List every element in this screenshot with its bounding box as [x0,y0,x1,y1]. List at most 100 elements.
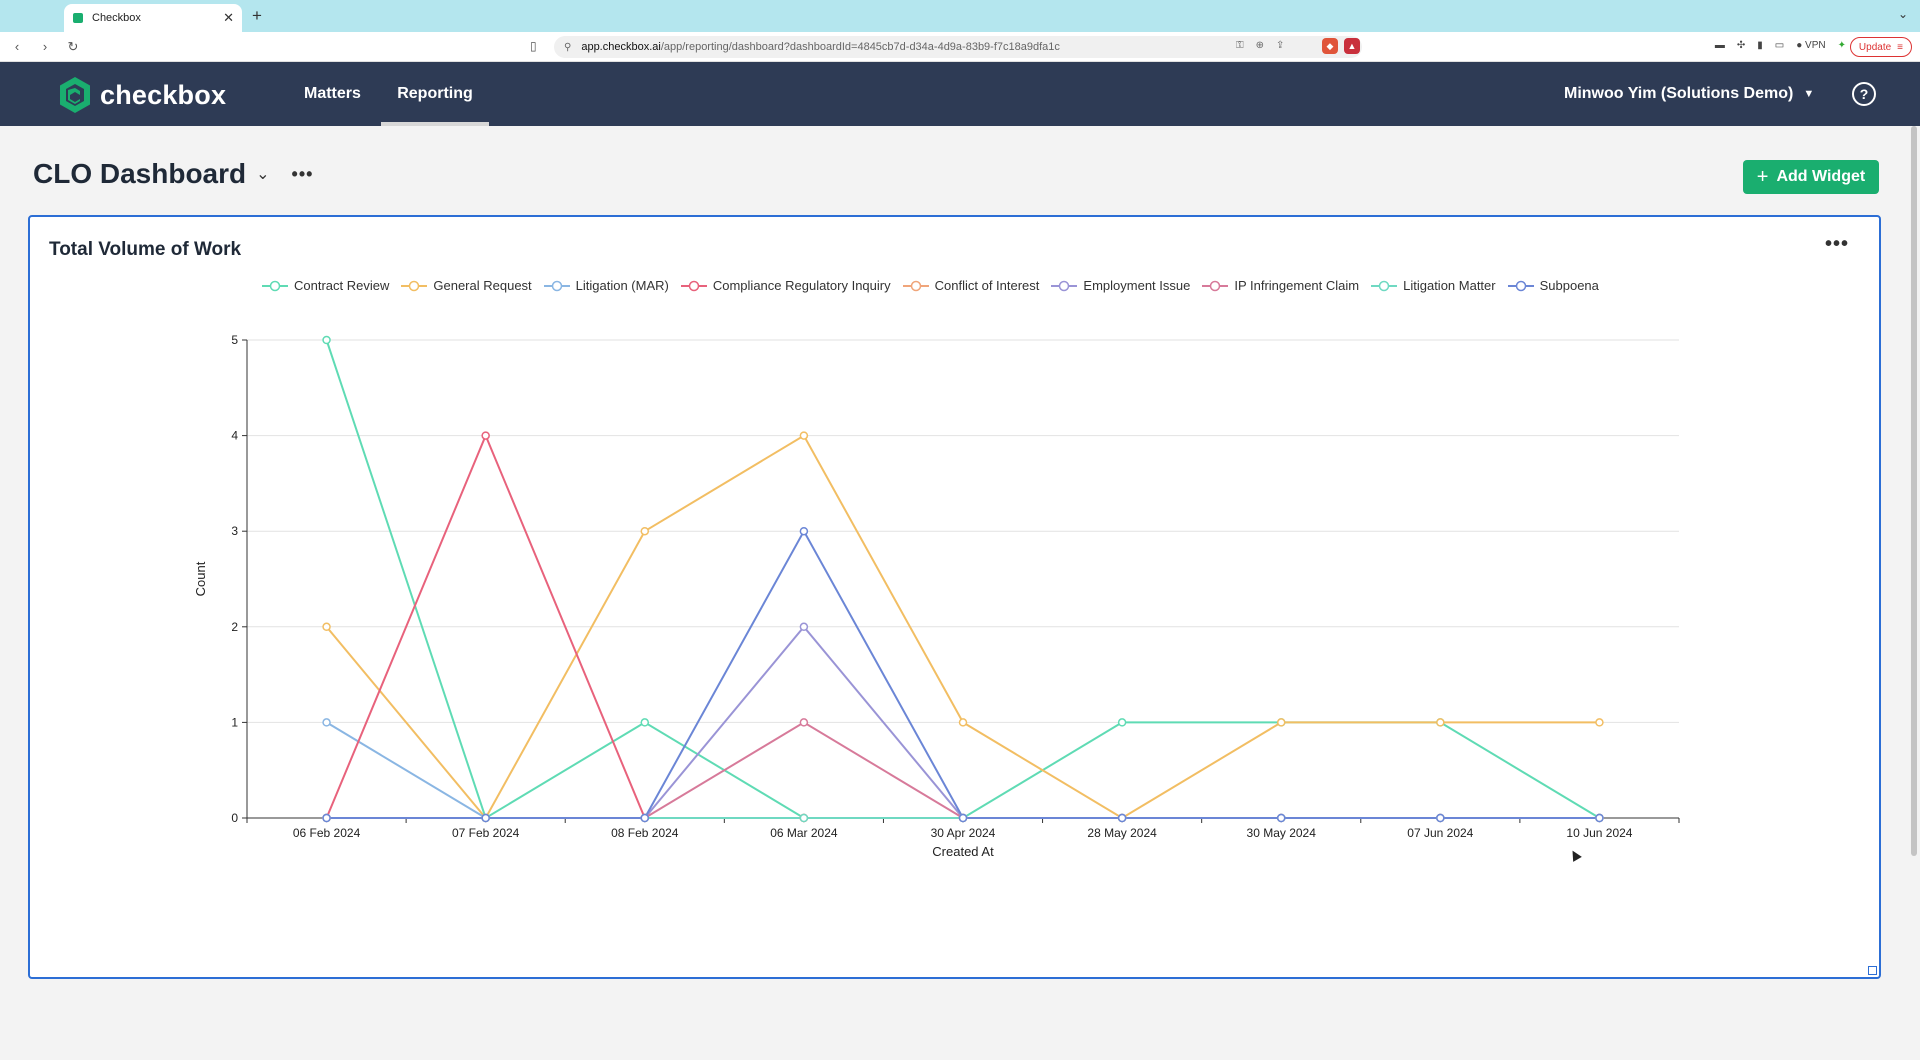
x-tick-label: 28 May 2024 [1087,826,1157,840]
x-tick-label: 07 Feb 2024 [452,826,520,840]
more-options-icon[interactable]: ••• [292,164,314,185]
extension-icons: ◆ ▲ [1322,38,1360,54]
help-icon[interactable]: ? [1852,82,1876,106]
nav-matters[interactable]: Matters [304,62,361,126]
chart-widget: Total Volume of Work ••• Contract Review… [28,215,1881,979]
vpn-toggle[interactable]: ● VPN [1796,40,1825,51]
data-point [1276,813,1286,823]
browser-tab-bar: Checkbox ✕ + ⌄ [0,0,1920,32]
y-tick-label: 3 [231,524,238,538]
browser-tools: ▬ ✣ ▮ ▭ ● VPN ✦ [1715,40,1846,51]
address-bar-icons: ⚿ ⊕ ⇪ [1236,40,1284,51]
site-settings-icon[interactable]: ⚲ [564,42,571,53]
data-point [481,813,490,823]
data-point [322,335,331,345]
y-tick-label: 4 [231,429,238,443]
nav-reporting-label: Reporting [397,85,473,102]
x-axis-title: Created At [932,844,994,859]
add-widget-label: Add Widget [1776,168,1866,185]
data-point [322,813,331,823]
data-point [799,718,809,727]
plus-icon: + [1756,165,1769,188]
sidebar-icon[interactable]: ▮ [1757,40,1763,51]
data-point [1117,718,1127,727]
browser-toolbar: ‹ › ↻ ▯ ⚲ app.checkbox.ai/app/reporting/… [0,32,1920,62]
x-tick-label: 10 Jun 2024 [1566,826,1632,840]
key-icon[interactable]: ⚿ [1236,40,1244,51]
data-point [322,622,331,632]
series-line [326,529,1600,819]
chevron-down-icon[interactable]: ⌄ [256,164,269,184]
data-point [958,813,968,823]
logo[interactable]: checkbox [58,76,226,114]
data-point [799,813,809,823]
line-chart: 0 1 2 3 4 5 06 Feb 2024 07 Feb 2024 08 Feb 2024 0… [193,333,1680,859]
resize-handle[interactable] [1868,966,1877,975]
y-tick-label: 5 [231,333,238,347]
x-tick-label: 07 Jun 2024 [1407,826,1473,840]
tab-list-chevron-icon[interactable]: ⌄ [1898,7,1908,21]
caret-down-icon: ▼ [1803,88,1815,100]
wallet-icon[interactable]: ▭ [1775,40,1784,51]
y-tick-label: 0 [231,811,238,825]
bookmark-icon[interactable]: ▯ [530,39,537,53]
share-icon[interactable]: ⇪ [1276,40,1284,51]
y-tick-label: 1 [231,715,238,729]
page-scrollbar[interactable] [1911,126,1917,856]
data-point [640,718,650,727]
vpn-label: VPN [1805,40,1826,51]
nav-reporting[interactable]: Reporting [381,62,489,126]
nav-matters-label: Matters [304,85,361,102]
data-point [1276,718,1286,727]
data-point [1595,718,1604,727]
x-tick-label: 08 Feb 2024 [611,826,679,840]
data-point [322,718,331,727]
extensions-icon[interactable]: ▬ [1715,40,1725,51]
browser-tab[interactable]: Checkbox ✕ [64,4,242,32]
checkbox-favicon-icon [73,13,83,23]
reload-icon[interactable]: ↻ [62,39,84,55]
leo-icon[interactable]: ✦ [1838,40,1846,51]
puzzle-icon[interactable]: ✣ [1737,40,1745,51]
menu-icon: ≡ [1897,41,1903,53]
data-point [640,526,650,536]
add-widget-button[interactable]: + Add Widget [1743,160,1879,194]
user-menu[interactable]: Minwoo Yim (Solutions Demo) ▼ [1564,62,1814,126]
x-tick-label: 30 Apr 2024 [931,826,996,840]
x-tick-label: 06 Feb 2024 [293,826,361,840]
data-point [799,622,809,632]
x-tick-label: 30 May 2024 [1247,826,1317,840]
checkbox-logo-icon [60,77,90,113]
forward-icon[interactable]: › [34,39,56,54]
logo-text: checkbox [100,79,227,110]
data-point [640,813,650,823]
zoom-icon[interactable]: ⊕ [1256,40,1264,51]
tab-title: Checkbox [92,12,141,24]
data-point [1436,718,1445,727]
update-button[interactable]: Update ≡ [1849,37,1912,57]
data-point [799,526,809,536]
data-point [1436,813,1445,823]
data-point [1117,813,1127,823]
data-point [799,431,809,440]
app-header: checkbox Matters Reporting Minwoo Yim (S… [0,62,1920,126]
update-label: Update [1858,41,1892,53]
rewards-icon[interactable]: ▲ [1344,38,1360,54]
dashboard-title[interactable]: CLO Dashboard [33,158,246,190]
data-point [481,431,490,440]
new-tab-icon[interactable]: + [252,6,262,26]
data-point [1595,813,1604,823]
back-icon[interactable]: ‹ [6,39,28,54]
close-tab-icon[interactable]: ✕ [223,10,234,26]
series-line [325,339,1600,820]
active-tab-indicator [381,122,489,126]
url-host: app.checkbox.ai [581,41,661,53]
series-line [326,721,1600,819]
y-axis-title: Count [193,561,208,596]
x-tick-label: 06 Mar 2024 [770,826,838,840]
data-point [958,718,968,727]
y-tick-label: 2 [231,620,238,634]
url-path: /app/reporting/dashboard?dashboardId=484… [660,41,1060,53]
brave-shield-icon[interactable]: ◆ [1322,38,1338,54]
series-line [326,721,1600,819]
